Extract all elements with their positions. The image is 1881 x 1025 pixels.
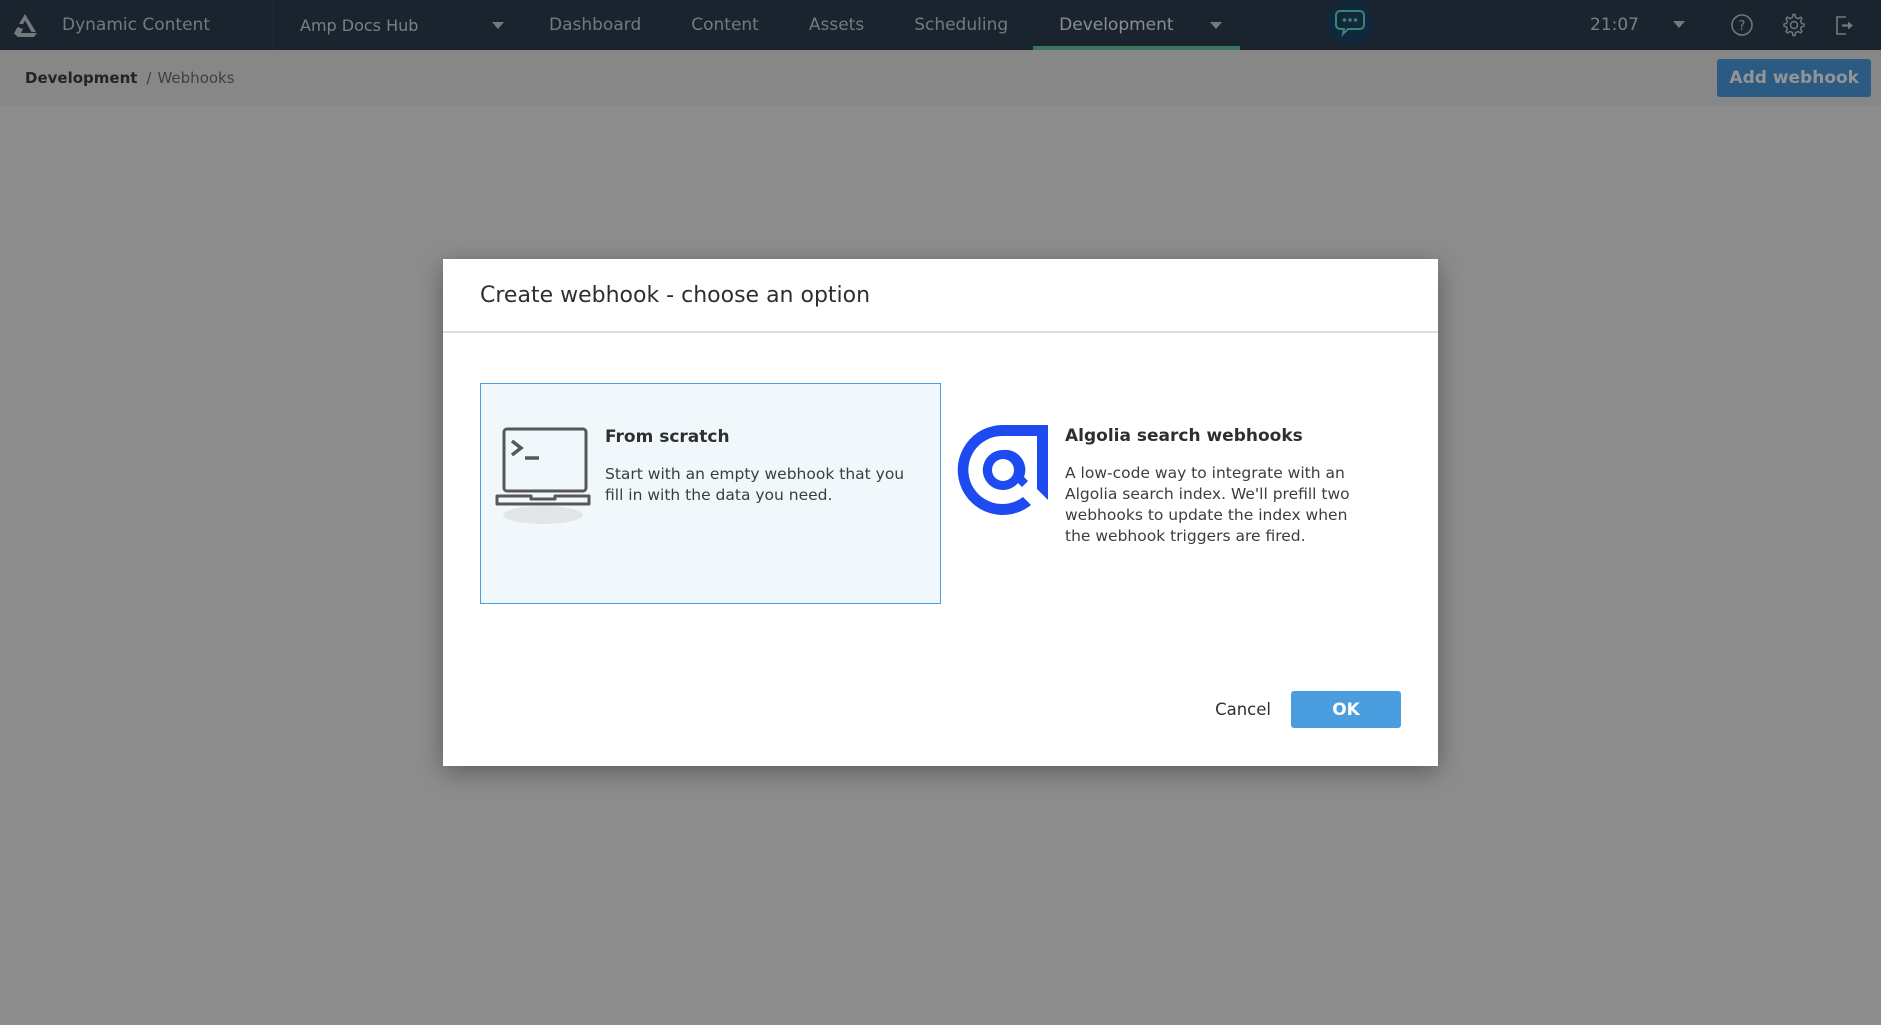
option-title: Algolia search webhooks (1065, 426, 1303, 446)
option-body: From scratch Start with an empty webhook… (605, 424, 905, 603)
option-from-scratch[interactable]: From scratch Start with an empty webhook… (480, 383, 941, 604)
cancel-button[interactable]: Cancel (1215, 700, 1271, 719)
option-body: Algolia search webhooks A low-code way t… (1065, 423, 1365, 604)
create-webhook-dialog: Create webhook - choose an option From s… (443, 259, 1438, 766)
option-icon-wrap (941, 423, 1065, 604)
algolia-logo-icon (957, 424, 1048, 515)
terminal-laptop-icon (495, 427, 591, 524)
dialog-title: Create webhook - choose an option (480, 282, 871, 308)
ok-button[interactable]: OK (1291, 691, 1401, 728)
webhook-options: From scratch Start with an empty webhook… (480, 383, 1401, 604)
option-description: A low-code way to integrate with an Algo… (1065, 464, 1350, 545)
option-description: Start with an empty webhook that you fil… (605, 465, 905, 504)
option-algolia[interactable]: Algolia search webhooks A low-code way t… (941, 383, 1401, 604)
dialog-header: Create webhook - choose an option (443, 259, 1438, 333)
dialog-footer: Cancel OK (1215, 691, 1401, 728)
option-title: From scratch (605, 427, 730, 447)
option-icon-wrap (481, 424, 605, 603)
